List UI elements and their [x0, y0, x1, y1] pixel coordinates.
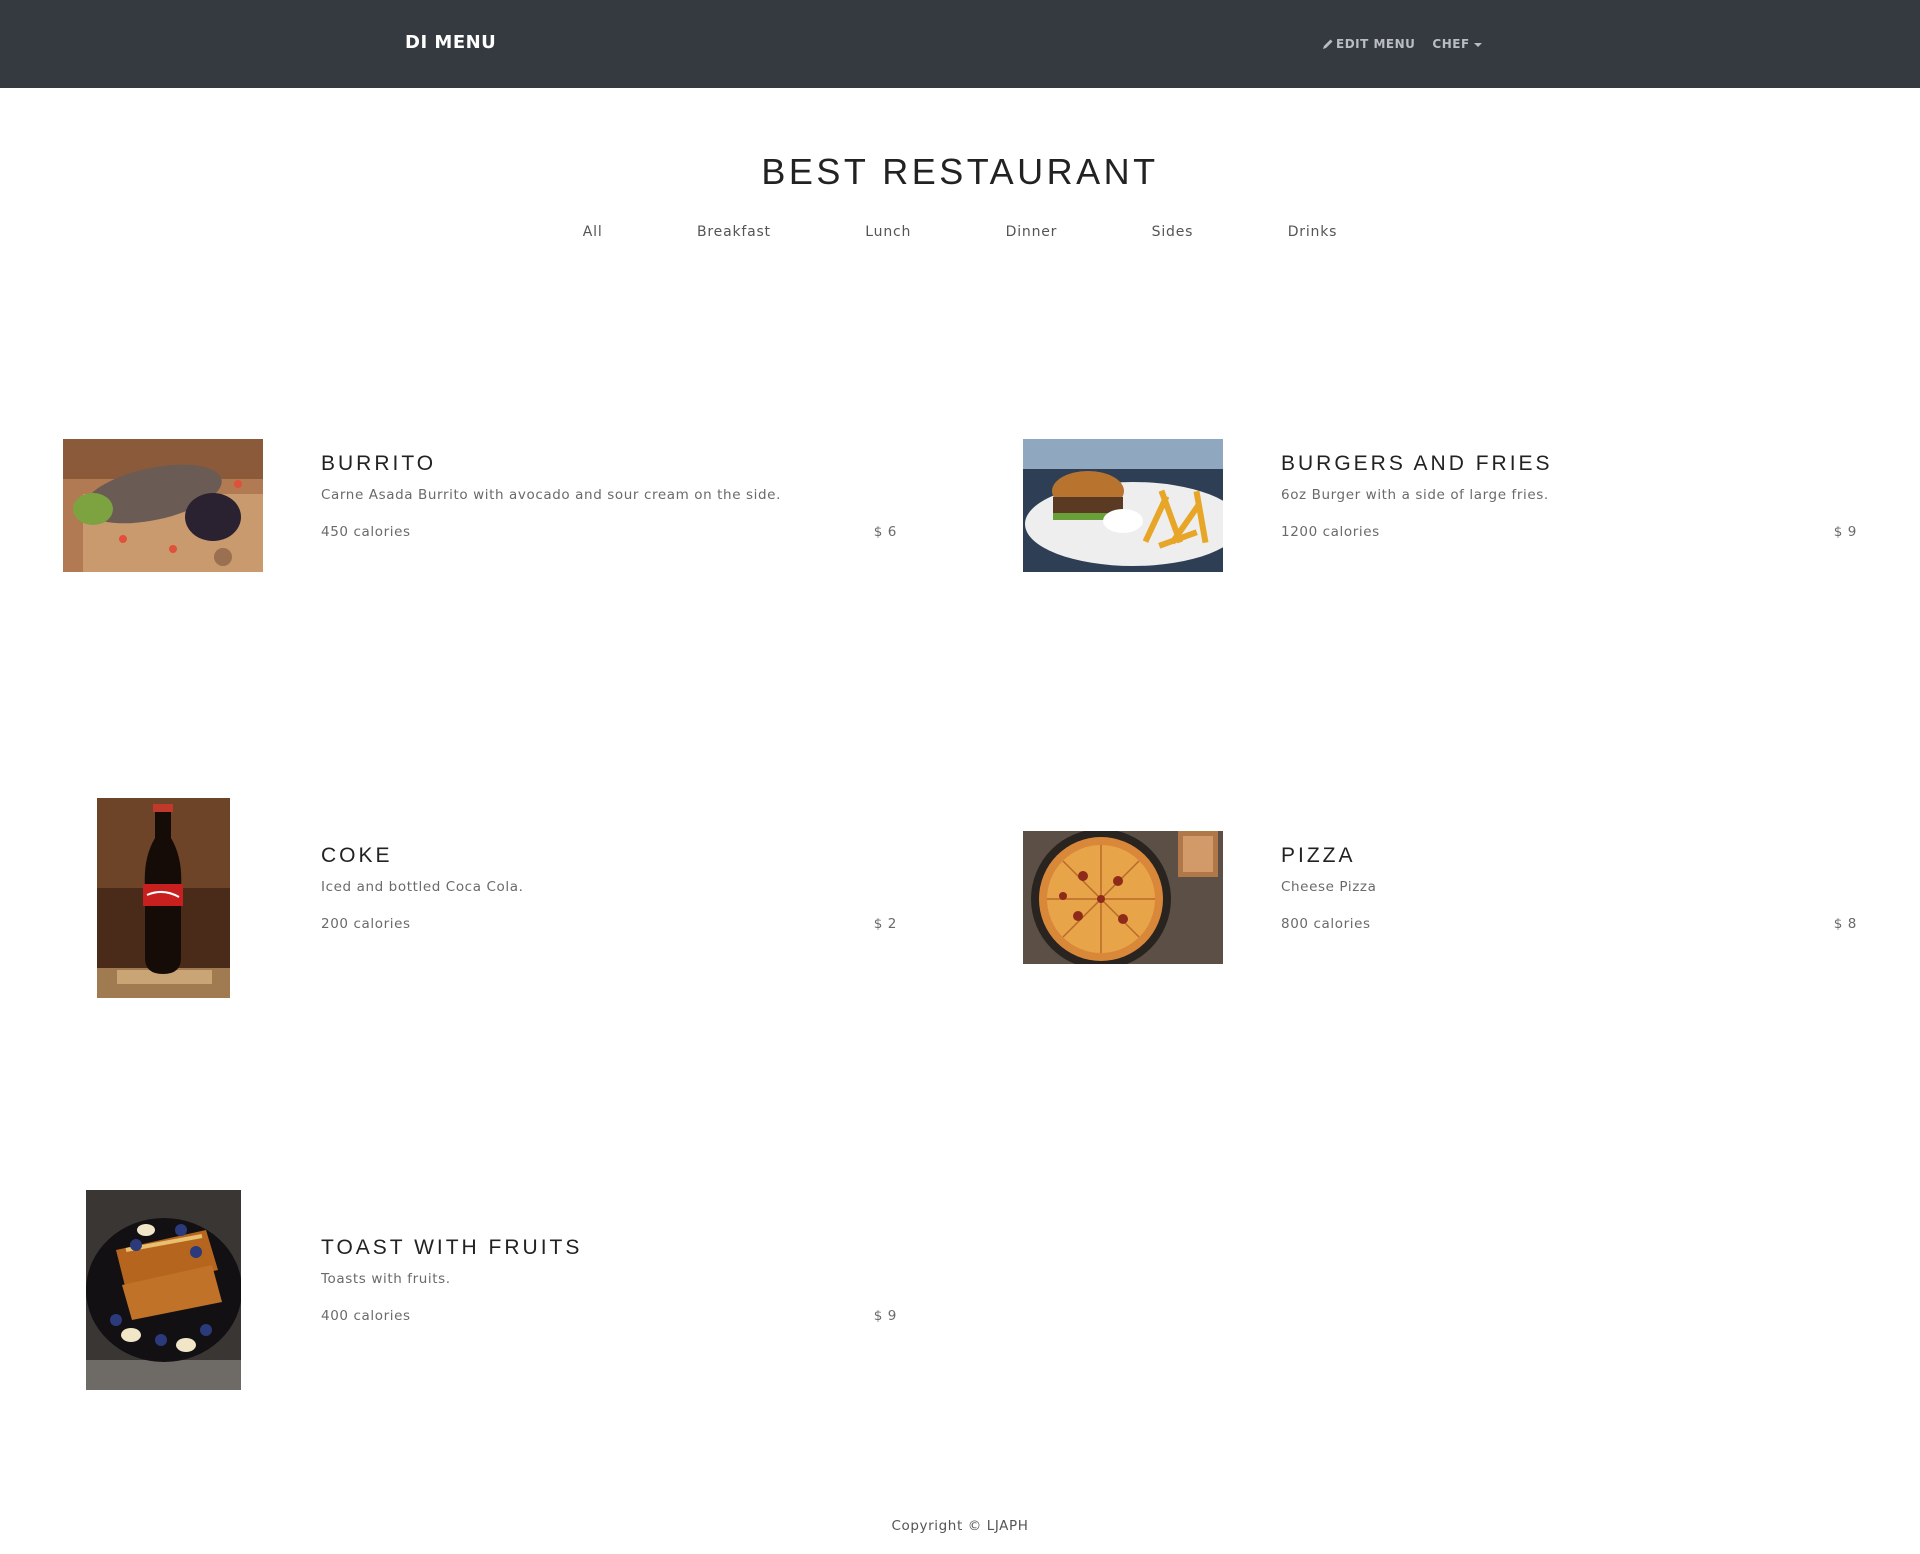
item-name: PIZZA	[1281, 844, 1356, 867]
item-calories: 1200 calories	[1281, 524, 1380, 540]
item-calories: 450 calories	[321, 524, 411, 540]
item-description: Carne Asada Burrito with avocado and sou…	[321, 487, 781, 503]
item-price: $ 9	[1833, 524, 1857, 540]
item-price: $ 8	[1833, 916, 1857, 932]
filter-tab-all[interactable]: All	[583, 222, 603, 242]
filter-tab-drinks[interactable]: Drinks	[1288, 222, 1338, 242]
item-description: Iced and bottled Coca Cola.	[321, 879, 524, 895]
top-navbar: DI MENU EDIT MENU CHEF	[0, 0, 1920, 88]
pencil-icon	[1323, 39, 1333, 49]
footer-copyright: Copyright © LJAPH	[891, 1518, 1029, 1534]
category-filters: All Breakfast Lunch Dinner Sides Drinks	[0, 222, 1920, 242]
navbar-right: EDIT MENU CHEF	[1322, 36, 1482, 52]
filter-tab-lunch[interactable]: Lunch	[865, 222, 911, 242]
filter-tab-sides[interactable]: Sides	[1152, 222, 1194, 242]
item-name: BURRITO	[321, 452, 437, 475]
caret-down-icon	[1473, 42, 1482, 47]
item-name: BURGERS AND FRIES	[1281, 452, 1553, 475]
item-price: $ 9	[873, 1308, 897, 1324]
user-dropdown[interactable]: CHEF	[1432, 36, 1482, 52]
brand-link[interactable]: DI MENU	[405, 32, 496, 54]
item-name: TOAST WITH FRUITS	[321, 1236, 583, 1259]
item-calories: 200 calories	[321, 916, 411, 932]
toast-image	[86, 1190, 241, 1390]
coke-image	[97, 798, 230, 998]
burger-image	[1023, 439, 1223, 572]
item-price: $ 6	[873, 524, 897, 540]
page-title: BEST RESTAURANT	[761, 151, 1159, 192]
item-calories: 400 calories	[321, 1308, 411, 1324]
pizza-image	[1023, 831, 1223, 964]
burrito-image	[63, 439, 263, 572]
filter-tab-breakfast[interactable]: Breakfast	[697, 222, 771, 242]
item-name: COKE	[321, 844, 393, 867]
item-description: Toasts with fruits.	[321, 1271, 451, 1287]
edit-menu-label: EDIT MENU	[1336, 37, 1416, 51]
item-description: 6oz Burger with a side of large fries.	[1281, 487, 1549, 503]
filter-tab-dinner[interactable]: Dinner	[1006, 222, 1058, 242]
item-price: $ 2	[873, 916, 897, 932]
item-description: Cheese Pizza	[1281, 879, 1377, 895]
user-dropdown-label: CHEF	[1432, 37, 1470, 51]
item-calories: 800 calories	[1281, 916, 1371, 932]
edit-menu-link[interactable]: EDIT MENU	[1322, 36, 1415, 52]
